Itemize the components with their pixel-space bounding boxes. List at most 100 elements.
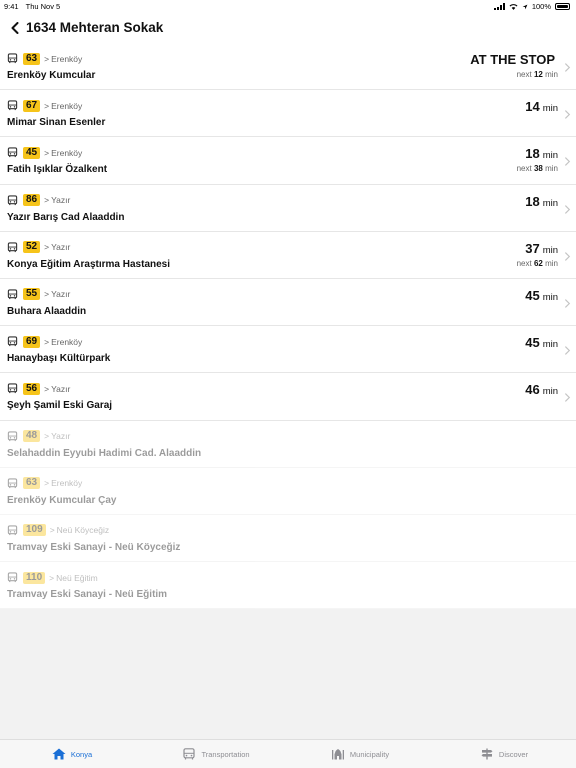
route-line: 56 > Yazır: [7, 382, 70, 395]
direction-label: Yazır: [51, 383, 71, 394]
route-line: 63 > Erenköy: [7, 477, 82, 490]
direction-arrow: >: [49, 525, 55, 536]
signpost-icon: [481, 748, 493, 760]
direction-label: Yazır: [51, 289, 71, 300]
eta-value: 18: [525, 146, 540, 162]
direction-label: Erenköy: [51, 53, 83, 64]
eta-main: 45 min: [525, 288, 558, 303]
eta-unit: min: [542, 244, 558, 256]
back-button[interactable]: [4, 17, 26, 39]
route-line: 67 > Erenköy: [7, 99, 82, 112]
departure-row[interactable]: 52 > Yazır Konya Eğitim Araştırma Hastan…: [0, 232, 576, 279]
departure-row[interactable]: 86 > Yazır Yazır Barış Cad Alaaddin 18 mi…: [0, 185, 576, 232]
departure-row[interactable]: 63 > Erenköy Erenköy Kumcular AT THE STO…: [0, 43, 576, 91]
direction-arrow: >: [44, 431, 50, 441]
eta-value: 45: [525, 335, 540, 351]
eta-block: 18 min next 38 min: [517, 146, 558, 173]
stop-route-name: Selahaddin Eyyubi Hadimi Cad. Alaaddin: [7, 447, 202, 459]
bus-icon: [183, 748, 196, 760]
tab-label: Konya: [70, 749, 93, 759]
tab-label: Transportation: [201, 749, 250, 759]
direction-label: Yazır: [51, 431, 71, 441]
direction-arrow: >: [44, 383, 50, 394]
direction-arrow: >: [44, 289, 50, 300]
route-line: 86 > Yazır: [7, 194, 70, 207]
bus-icon: [7, 572, 18, 583]
direction-arrow: >: [44, 147, 50, 158]
bus-icon: [7, 478, 18, 488]
next-value: 38: [533, 164, 543, 174]
next-label: next: [516, 258, 532, 268]
battery-percent: 100%: [531, 2, 551, 11]
departure-row[interactable]: 67 > Erenköy Mimar Sinan Esenler 14 min: [0, 90, 576, 138]
direction-arrow: >: [44, 478, 50, 489]
status-bar: 9:41 Thu Nov 5 100%: [0, 0, 576, 12]
departure-row[interactable]: 48 > Yazır Selahaddin Eyyubi Hadimi Cad.…: [0, 421, 576, 468]
eta-unit: min: [542, 386, 558, 398]
tab-discover[interactable]: Discover: [432, 748, 576, 760]
next-arrival: next 38 min: [517, 164, 558, 173]
departures-list: 63 > Erenköy Erenköy Kumcular AT THE STO…: [0, 43, 576, 610]
stop-route-name: Erenköy Kumcular Çay: [7, 494, 117, 506]
eta-unit: min: [542, 339, 558, 351]
eta-main: AT THE STOP: [470, 52, 558, 67]
tab-transportation[interactable]: Transportation: [144, 748, 288, 760]
next-label: next: [516, 164, 532, 174]
eta-unit: min: [542, 291, 558, 303]
route-line: 110 > Neü Eğitim: [7, 571, 98, 584]
stop-route-name: Erenköy Kumcular: [7, 70, 96, 81]
tab-label: Discover: [498, 749, 529, 759]
route-line: 63 > Erenköy: [7, 52, 82, 65]
stop-route-name: Şeyh Şamil Eski Garaj: [7, 400, 113, 412]
direction-label: Neü Eğitim: [56, 572, 98, 583]
cellular-signal-icon: [493, 3, 505, 10]
departure-row[interactable]: 63 > Erenköy Erenköy Kumcular Çay: [0, 468, 576, 515]
route-number-badge: 48: [23, 430, 41, 442]
location-icon: [522, 4, 528, 9]
stop-route-name: Tramvay Eski Sanayi - Neü Köyceğiz: [7, 541, 181, 553]
bus-icon: [7, 289, 18, 300]
route-number-badge: 63: [23, 477, 41, 490]
bus-icon: [7, 430, 18, 441]
departure-row[interactable]: 55 > Yazır Buhara Alaaddin 45 min: [0, 279, 576, 327]
next-value: 62: [533, 258, 543, 268]
mosque-icon: [331, 749, 344, 760]
route-number-badge: 86: [23, 194, 41, 207]
home-icon: [52, 748, 66, 760]
route-number-badge: 69: [23, 335, 41, 348]
departure-row[interactable]: 45 > Erenköy Fatih Işıklar Özalkent 18 mi…: [0, 137, 576, 185]
bus-icon: [7, 525, 18, 535]
eta-unit: min: [542, 197, 558, 209]
next-arrival: next 12 min: [470, 70, 558, 79]
route-number-badge: 52: [23, 241, 41, 254]
route-number-badge: 55: [23, 288, 41, 301]
eta-block: AT THE STOP next 12 min: [470, 52, 558, 79]
eta-block: 18 min: [525, 194, 558, 209]
bus-icon: [7, 336, 18, 347]
eta-unit: min: [542, 103, 558, 115]
chevron-right-icon: [565, 393, 571, 402]
direction-label: Erenköy: [51, 336, 83, 347]
direction-label: Erenköy: [51, 478, 83, 489]
next-label: next: [516, 70, 532, 79]
departure-row[interactable]: 109 > Neü Köyceğiz Tramvay Eski Sanayi -…: [0, 515, 576, 563]
bus-icon: [7, 100, 18, 111]
status-time: 9:41: [4, 2, 19, 11]
bus-icon: [7, 53, 18, 64]
direction-label: Yazır: [51, 242, 71, 253]
next-unit: min: [545, 164, 558, 174]
direction-arrow: >: [44, 100, 50, 111]
stop-route-name: Yazır Barış Cad Alaaddin: [7, 211, 125, 223]
departure-row[interactable]: 69 > Erenköy Hanaybaşı Kültürpark 45 min: [0, 326, 576, 374]
status-date: Thu Nov 5: [25, 2, 61, 11]
tab-bar: Konya Transportation Municipality Discov…: [0, 739, 576, 768]
eta-value: AT THE STOP: [470, 52, 555, 67]
route-number-badge: 67: [23, 99, 41, 112]
departure-row[interactable]: 110 > Neü Eğitim Tramvay Eski Sanayi - N…: [0, 562, 576, 610]
tab-konya[interactable]: Konya: [0, 748, 144, 760]
stop-route-name: Fatih Işıklar Özalkent: [7, 164, 108, 176]
tab-municipality[interactable]: Municipality: [288, 748, 432, 760]
direction-arrow: >: [44, 53, 50, 64]
tab-label: Municipality: [349, 749, 390, 759]
departure-row[interactable]: 56 > Yazır Şeyh Şamil Eski Garaj 46 min: [0, 373, 576, 421]
